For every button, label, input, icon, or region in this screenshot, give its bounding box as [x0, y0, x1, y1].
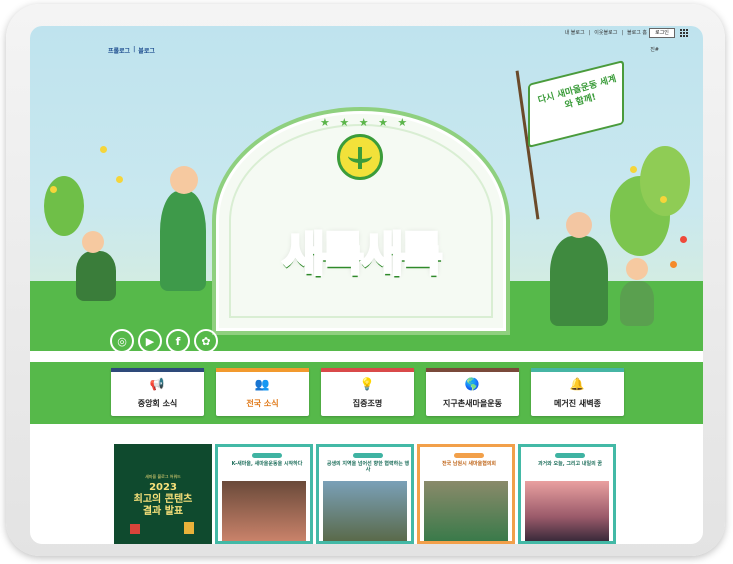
- card-tag: [353, 453, 383, 458]
- prologue-link[interactable]: 프롤로그: [108, 46, 130, 55]
- flower-decoration: [116, 176, 123, 183]
- menu-magazine[interactable]: 🔔 메거진 새벽종: [531, 368, 624, 416]
- person-head: [566, 212, 592, 238]
- person-head: [82, 231, 104, 253]
- hero-banner: 다시 새마을운동 세계와 함께! ★ ★ ★ ★ ★ 새록새록: [30, 26, 703, 351]
- menu-label: 전국 소식: [246, 399, 279, 408]
- youtube-icon[interactable]: ▶: [138, 329, 162, 353]
- card-subtitle: 새마을 블로그 어워드: [145, 474, 181, 479]
- menu-label: 메거진 새벽종: [554, 399, 601, 408]
- blog-home-link[interactable]: 블로그 홈: [627, 29, 647, 36]
- saemaul-icon[interactable]: ✿: [194, 329, 218, 353]
- gift-icon: [130, 524, 140, 534]
- flower-decoration: [630, 166, 637, 173]
- menu-label: 집중조명: [352, 399, 383, 408]
- flower-decoration: [50, 186, 57, 193]
- card-photo: [525, 481, 609, 541]
- post-card[interactable]: K-새마을, 새마을운동을 시작하다: [215, 444, 313, 544]
- card-photo: [323, 481, 407, 541]
- post-card[interactable]: 전국 남원시 새마을협의회: [417, 444, 515, 544]
- menu-national-news[interactable]: 👥 전국 소식: [216, 368, 309, 416]
- people-icon: 👥: [254, 377, 270, 391]
- top-links: 내 블로그 | 이웃블로그 | 블로그 홈: [564, 29, 647, 37]
- tablet-frame: 다시 새마을운동 세계와 함께! ★ ★ ★ ★ ★ 새록새록 내 블로그 | …: [6, 4, 725, 556]
- flower-decoration: [100, 146, 107, 153]
- menu-color-bar: [321, 368, 414, 372]
- my-blog-link[interactable]: 내 블로그: [565, 29, 585, 36]
- menu-global-saemaul[interactable]: 🌎 지구촌새마을운동: [426, 368, 519, 416]
- card-tag: [252, 453, 282, 458]
- card-photo: [424, 481, 508, 541]
- blog-nav: 프롤로그 | 블로그: [108, 46, 155, 55]
- person-illustration: [620, 281, 654, 326]
- featured-posts: 새마을 블로그 어워드 2023 최고의 콘텐츠 결과 발표 K-새마을, 새마…: [114, 444, 616, 544]
- bell-icon: 🔔: [569, 377, 585, 391]
- card-title: K-새마을, 새마을운동을 시작하다: [231, 461, 303, 467]
- flower-decoration: [660, 196, 667, 203]
- hero-logo-title: 새록새록: [281, 226, 444, 283]
- gift-icon: [184, 522, 194, 534]
- card-title: 공생의 지역을 넘어선 향한 협력하는 행사: [326, 461, 410, 473]
- menu-label: 지구촌새마을운동: [443, 399, 502, 408]
- menu-color-bar: [531, 368, 624, 372]
- social-links: ◎ ▶ f ✿: [110, 329, 218, 353]
- person-illustration: [160, 191, 206, 291]
- post-card[interactable]: 과거와 오늘, 그리고 내일의 꿈: [518, 444, 616, 544]
- post-card[interactable]: 새마을 블로그 어워드 2023 최고의 콘텐츠 결과 발표: [114, 444, 212, 544]
- instagram-icon[interactable]: ◎: [110, 329, 134, 353]
- card-tag: [555, 453, 585, 458]
- megaphone-icon: 📢: [149, 377, 165, 391]
- menu-color-bar: [111, 368, 204, 372]
- apps-grid-icon[interactable]: [679, 28, 689, 38]
- blog-screen: 다시 새마을운동 세계와 함께! ★ ★ ★ ★ ★ 새록새록 내 블로그 | …: [30, 26, 703, 544]
- stars: ★ ★ ★ ★ ★: [320, 116, 411, 129]
- facebook-icon[interactable]: f: [166, 329, 190, 353]
- menu-central-news[interactable]: 📢 중앙회 소식: [111, 368, 204, 416]
- login-button[interactable]: 로그인: [649, 28, 675, 38]
- blog-link[interactable]: 블로그: [138, 46, 155, 55]
- card-photo: [222, 481, 306, 541]
- flower-decoration: [670, 261, 677, 268]
- card-title: 과거와 오늘, 그리고 내일의 꿈: [537, 461, 603, 467]
- flower-decoration: [680, 236, 687, 243]
- menu-color-bar: [426, 368, 519, 372]
- menu-color-bar: [216, 368, 309, 372]
- person-illustration: [550, 236, 608, 326]
- card-tag: [454, 453, 484, 458]
- card-title: 전국 남원시 새마을협의회: [441, 461, 497, 467]
- person-head: [626, 258, 648, 280]
- tree-decoration: [44, 176, 84, 236]
- top-bar: 내 블로그 | 이웃블로그 | 블로그 홈 로그인: [30, 26, 703, 44]
- menu-label: 중앙회 소식: [137, 399, 178, 408]
- saemaul-emblem-icon: [337, 134, 383, 180]
- card-title: 2023 최고의 콘텐츠 결과 발표: [133, 482, 193, 517]
- person-illustration: [76, 251, 116, 301]
- menu-spotlight[interactable]: 💡 집중조명: [321, 368, 414, 416]
- category-menu: 📢 중앙회 소식 👥 전국 소식 💡 집중조명 🌎 지구촌새마을운동 🔔 메거진…: [111, 368, 624, 416]
- person-head: [170, 166, 198, 194]
- language-label[interactable]: 진#: [650, 46, 659, 53]
- neighbor-blog-link[interactable]: 이웃블로그: [594, 29, 617, 36]
- lightbulb-icon: 💡: [359, 377, 375, 391]
- tree-decoration: [640, 146, 690, 216]
- globe-icon: 🌎: [464, 377, 480, 391]
- post-card[interactable]: 공생의 지역을 넘어선 향한 협력하는 행사: [316, 444, 414, 544]
